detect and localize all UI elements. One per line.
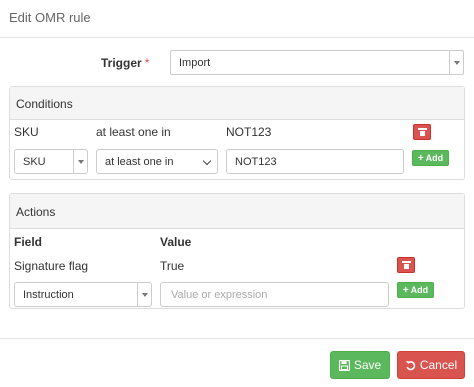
- action-row-field: Signature flag: [14, 259, 89, 273]
- condition-field-select[interactable]: SKU: [14, 149, 88, 174]
- delete-action-button[interactable]: [397, 257, 415, 273]
- required-star: *: [144, 56, 150, 70]
- action-field-select[interactable]: Instruction: [14, 282, 152, 307]
- plus-icon: +: [417, 152, 424, 164]
- actions-heading: Actions: [10, 194, 464, 229]
- condition-field-arrow[interactable]: [73, 150, 87, 173]
- add-condition-label: Add: [425, 153, 444, 163]
- add-condition-button[interactable]: + Add: [412, 150, 449, 166]
- trigger-select[interactable]: Import: [170, 50, 464, 75]
- trash-icon: [401, 261, 411, 269]
- condition-row-value: NOT123: [226, 125, 272, 139]
- plus-icon: +: [402, 284, 409, 296]
- caret-down-icon: [77, 159, 84, 164]
- delete-condition-button[interactable]: [413, 124, 431, 140]
- condition-value-text: NOT123: [235, 156, 277, 168]
- conditions-heading-text: Conditions: [16, 97, 73, 111]
- actions-heading-text: Actions: [16, 205, 56, 219]
- save-button[interactable]: Save: [330, 351, 390, 379]
- caret-down-icon: [141, 292, 148, 297]
- actions-panel: Actions Field Value Signature flag True …: [9, 193, 465, 309]
- floppy-disk-icon: [338, 359, 350, 371]
- trash-icon: [417, 128, 427, 136]
- cancel-button[interactable]: Cancel: [397, 351, 465, 379]
- condition-operator-select[interactable]: at least one in: [96, 149, 218, 174]
- footer-divider: [0, 338, 474, 339]
- condition-row-field: SKU: [14, 125, 39, 139]
- condition-row-operator: at least one in: [96, 125, 171, 139]
- condition-value-input[interactable]: NOT123: [226, 149, 404, 174]
- actions-col-field: Field: [14, 235, 43, 249]
- action-value-placeholder: Value or expression: [171, 289, 268, 301]
- trigger-select-value: Import: [179, 57, 211, 69]
- chevron-down-icon: [202, 156, 212, 166]
- caret-down-icon: [453, 60, 460, 65]
- conditions-panel: Conditions SKU at least one in NOT123 SK…: [9, 86, 465, 180]
- modal-title: Edit OMR rule: [9, 10, 91, 25]
- save-label: Save: [353, 358, 382, 372]
- cancel-label: Cancel: [419, 358, 458, 372]
- trigger-label: Trigger *: [101, 56, 149, 70]
- action-row-value: True: [160, 259, 185, 273]
- condition-field-value: SKU: [23, 156, 46, 168]
- action-field-value: Instruction: [23, 289, 74, 301]
- add-action-label: Add: [410, 285, 429, 295]
- action-value-input[interactable]: Value or expression: [160, 282, 389, 307]
- action-field-arrow[interactable]: [137, 283, 151, 306]
- add-action-button[interactable]: + Add: [397, 282, 434, 298]
- trigger-select-arrow[interactable]: [449, 51, 463, 74]
- trigger-label-text: Trigger: [101, 56, 142, 70]
- conditions-heading: Conditions: [10, 87, 464, 120]
- modal-header: Edit OMR rule: [0, 0, 474, 38]
- undo-icon: [405, 360, 416, 370]
- condition-operator-value: at least one in: [105, 156, 174, 168]
- actions-col-value: Value: [160, 235, 192, 249]
